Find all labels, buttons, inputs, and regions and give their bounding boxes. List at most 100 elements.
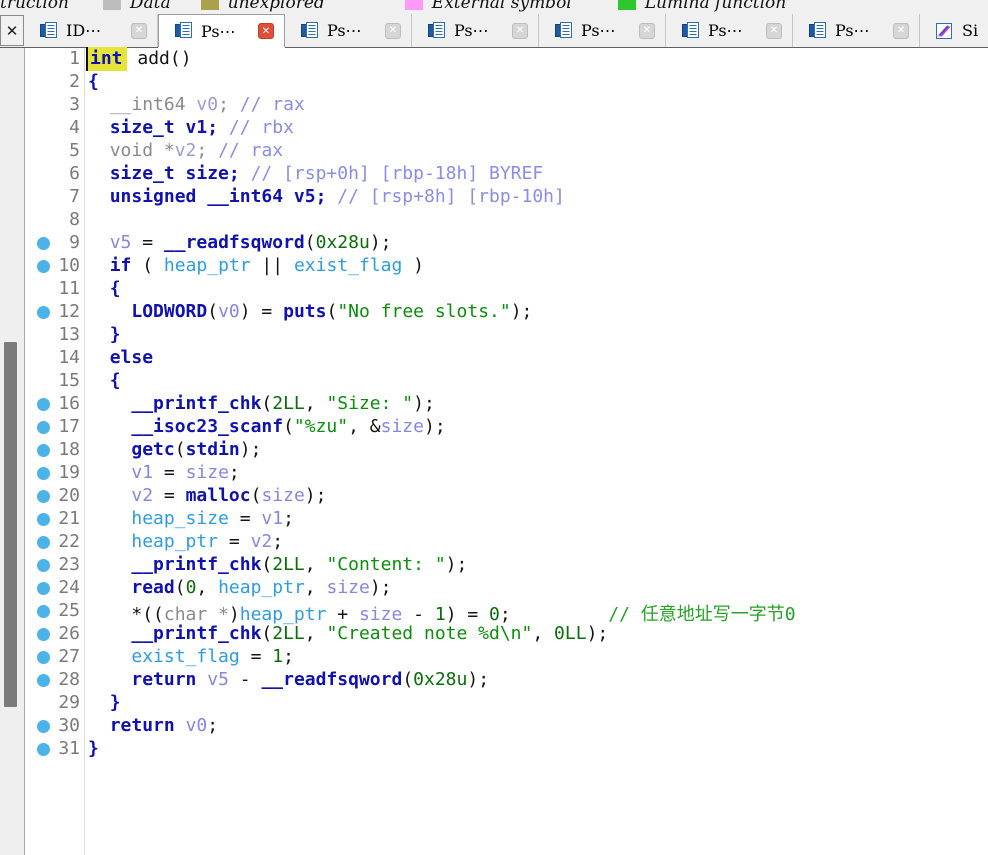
code-line: 24 read(0, heap_ptr, size);: [26, 577, 988, 600]
code-text[interactable]: exist_flag = 1;: [88, 646, 294, 669]
pseudocode-editor[interactable]: 1int add()2{3 __int64 v0; // rax4 size_t…: [26, 48, 988, 855]
tab-si[interactable]: Si: [920, 14, 986, 47]
code-text[interactable]: }: [88, 692, 121, 715]
code-line: 12 LODWORD(v0) = puts("No free slots.");: [26, 301, 988, 324]
code-text[interactable]: __printf_chk(2LL, "Content: ");: [88, 554, 467, 577]
code-text[interactable]: }: [88, 324, 121, 347]
pseudocode-view-icon: [299, 21, 319, 41]
legend-swatch: [103, 0, 121, 10]
code-text[interactable]: void *v2; // rax: [88, 140, 283, 163]
code-text[interactable]: *((char *)heap_ptr + size - 1) = 0; // 任…: [88, 600, 796, 623]
tab-label: Ps⋯: [454, 21, 489, 40]
code-text[interactable]: size_t v1; // rbx: [88, 117, 294, 140]
tab-close-button[interactable]: ✕: [512, 23, 528, 39]
line-number: 10: [26, 255, 80, 278]
line-number: 22: [26, 531, 80, 554]
line-number: 3: [26, 94, 80, 117]
code-line: 10 if ( heap_ptr || exist_flag ): [26, 255, 988, 278]
code-line: 14 else: [26, 347, 988, 370]
tab-ps[interactable]: Ps⋯ ✕: [412, 14, 539, 47]
code-line: 15 {: [26, 370, 988, 393]
line-number: 14: [26, 347, 80, 370]
code-text[interactable]: size_t size; // [rsp+0h] [rbp-18h] BYREF: [88, 163, 543, 186]
code-text[interactable]: {: [88, 278, 121, 301]
tab-label: Ps⋯: [201, 22, 236, 41]
tab-close-button[interactable]: ✕: [766, 23, 782, 39]
pencil-icon: [934, 21, 954, 41]
code-text[interactable]: heap_size = v1;: [88, 508, 294, 531]
line-number: 25: [26, 600, 80, 623]
line-number: 4: [26, 117, 80, 140]
code-text[interactable]: getc(stdin);: [88, 439, 261, 462]
code-line: 1int add(): [26, 48, 988, 71]
code-text[interactable]: return v5 - __readfsqword(0x28u);: [88, 669, 489, 692]
code-text[interactable]: __printf_chk(2LL, "Created note %d\n", 0…: [88, 623, 608, 646]
pseudocode-view-icon: [38, 21, 58, 41]
tab-close-button[interactable]: ✕: [258, 23, 274, 39]
code-text[interactable]: {: [88, 370, 121, 393]
code-text[interactable]: unsigned __int64 v5; // [rsp+8h] [rbp-10…: [88, 186, 565, 209]
tab-ps[interactable]: Ps⋯✕: [793, 14, 920, 47]
code-lines: 1int add()2{3 __int64 v0; // rax4 size_t…: [26, 48, 988, 761]
code-line: 17 __isoc23_scanf("%zu", &size);: [26, 416, 988, 439]
code-text[interactable]: v5 = __readfsqword(0x28u);: [88, 232, 392, 255]
tab-close-button[interactable]: ✕: [385, 23, 401, 39]
code-text[interactable]: LODWORD(v0) = puts("No free slots.");: [88, 301, 532, 324]
code-line: 22 heap_ptr = v2;: [26, 531, 988, 554]
legend-item: External symbol: [405, 0, 572, 13]
tabs-container: ID⋯✕ Ps⋯✕ Ps⋯✕ Ps⋯✕ Ps⋯✕: [24, 14, 986, 47]
code-line: 26 __printf_chk(2LL, "Created note %d\n"…: [26, 623, 988, 646]
legend-swatch: [618, 0, 636, 10]
code-line: 25 *((char *)heap_ptr + size - 1) = 0; /…: [26, 600, 988, 623]
tab-ps[interactable]: Ps⋯✕: [539, 14, 666, 47]
code-line: 28 return v5 - __readfsqword(0x28u);: [26, 669, 988, 692]
code-text[interactable]: v2 = malloc(size);: [88, 485, 326, 508]
tab-id[interactable]: ID⋯ ✕: [24, 14, 158, 47]
line-number: 12: [26, 301, 80, 324]
tab-close-button[interactable]: ✕: [131, 23, 147, 39]
code-line: 19 v1 = size;: [26, 462, 988, 485]
tab-label: Si: [962, 21, 978, 40]
code-text[interactable]: __printf_chk(2LL, "Size: ");: [88, 393, 435, 416]
legend-item: truction: [0, 0, 69, 13]
code-text[interactable]: __int64 v0; // rax: [88, 94, 305, 117]
line-number: 26: [26, 623, 80, 646]
line-number: 19: [26, 462, 80, 485]
vertical-scrollbar[interactable]: [0, 48, 25, 855]
code-line: 30 return v0;: [26, 715, 988, 738]
tab-label: ID⋯: [66, 21, 101, 40]
code-line: 6 size_t size; // [rsp+0h] [rbp-18h] BYR…: [26, 163, 988, 186]
code-text[interactable]: int add(): [88, 48, 192, 71]
code-text[interactable]: else: [88, 347, 153, 370]
tab-ps[interactable]: Ps⋯ ✕: [158, 14, 285, 47]
tab-label: Ps⋯: [327, 21, 362, 40]
close-panel-button[interactable]: ✕: [0, 15, 24, 46]
legend-label: unexplored: [228, 0, 325, 13]
pseudocode-view-icon: [680, 21, 700, 41]
code-line: 5 void *v2; // rax: [26, 140, 988, 163]
code-line: 29 }: [26, 692, 988, 715]
code-text[interactable]: return v0;: [88, 715, 218, 738]
tab-close-button[interactable]: ✕: [639, 23, 655, 39]
line-number: 6: [26, 163, 80, 186]
code-text[interactable]: read(0, heap_ptr, size);: [88, 577, 392, 600]
line-number: 21: [26, 508, 80, 531]
line-number: 30: [26, 715, 80, 738]
code-line: 7 unsigned __int64 v5; // [rsp+8h] [rbp-…: [26, 186, 988, 209]
code-text[interactable]: if ( heap_ptr || exist_flag ): [88, 255, 424, 278]
tab-ps[interactable]: Ps⋯ ✕: [285, 14, 412, 47]
scrollbar-thumb[interactable]: [4, 342, 17, 707]
tab-ps[interactable]: Ps⋯✕: [666, 14, 793, 47]
pseudocode-view-icon: [553, 21, 573, 41]
tab-close-button[interactable]: ✕: [893, 23, 909, 39]
code-line: 11 {: [26, 278, 988, 301]
pseudocode-view-icon: [807, 21, 827, 41]
pseudocode-view-icon: [426, 21, 446, 41]
code-text[interactable]: }: [88, 738, 99, 761]
code-text[interactable]: v1 = size;: [88, 462, 240, 485]
code-text[interactable]: __isoc23_scanf("%zu", &size);: [88, 416, 446, 439]
line-number: 31: [26, 738, 80, 761]
code-line: 8: [26, 209, 988, 232]
code-text[interactable]: heap_ptr = v2;: [88, 531, 283, 554]
code-text[interactable]: {: [88, 71, 99, 94]
